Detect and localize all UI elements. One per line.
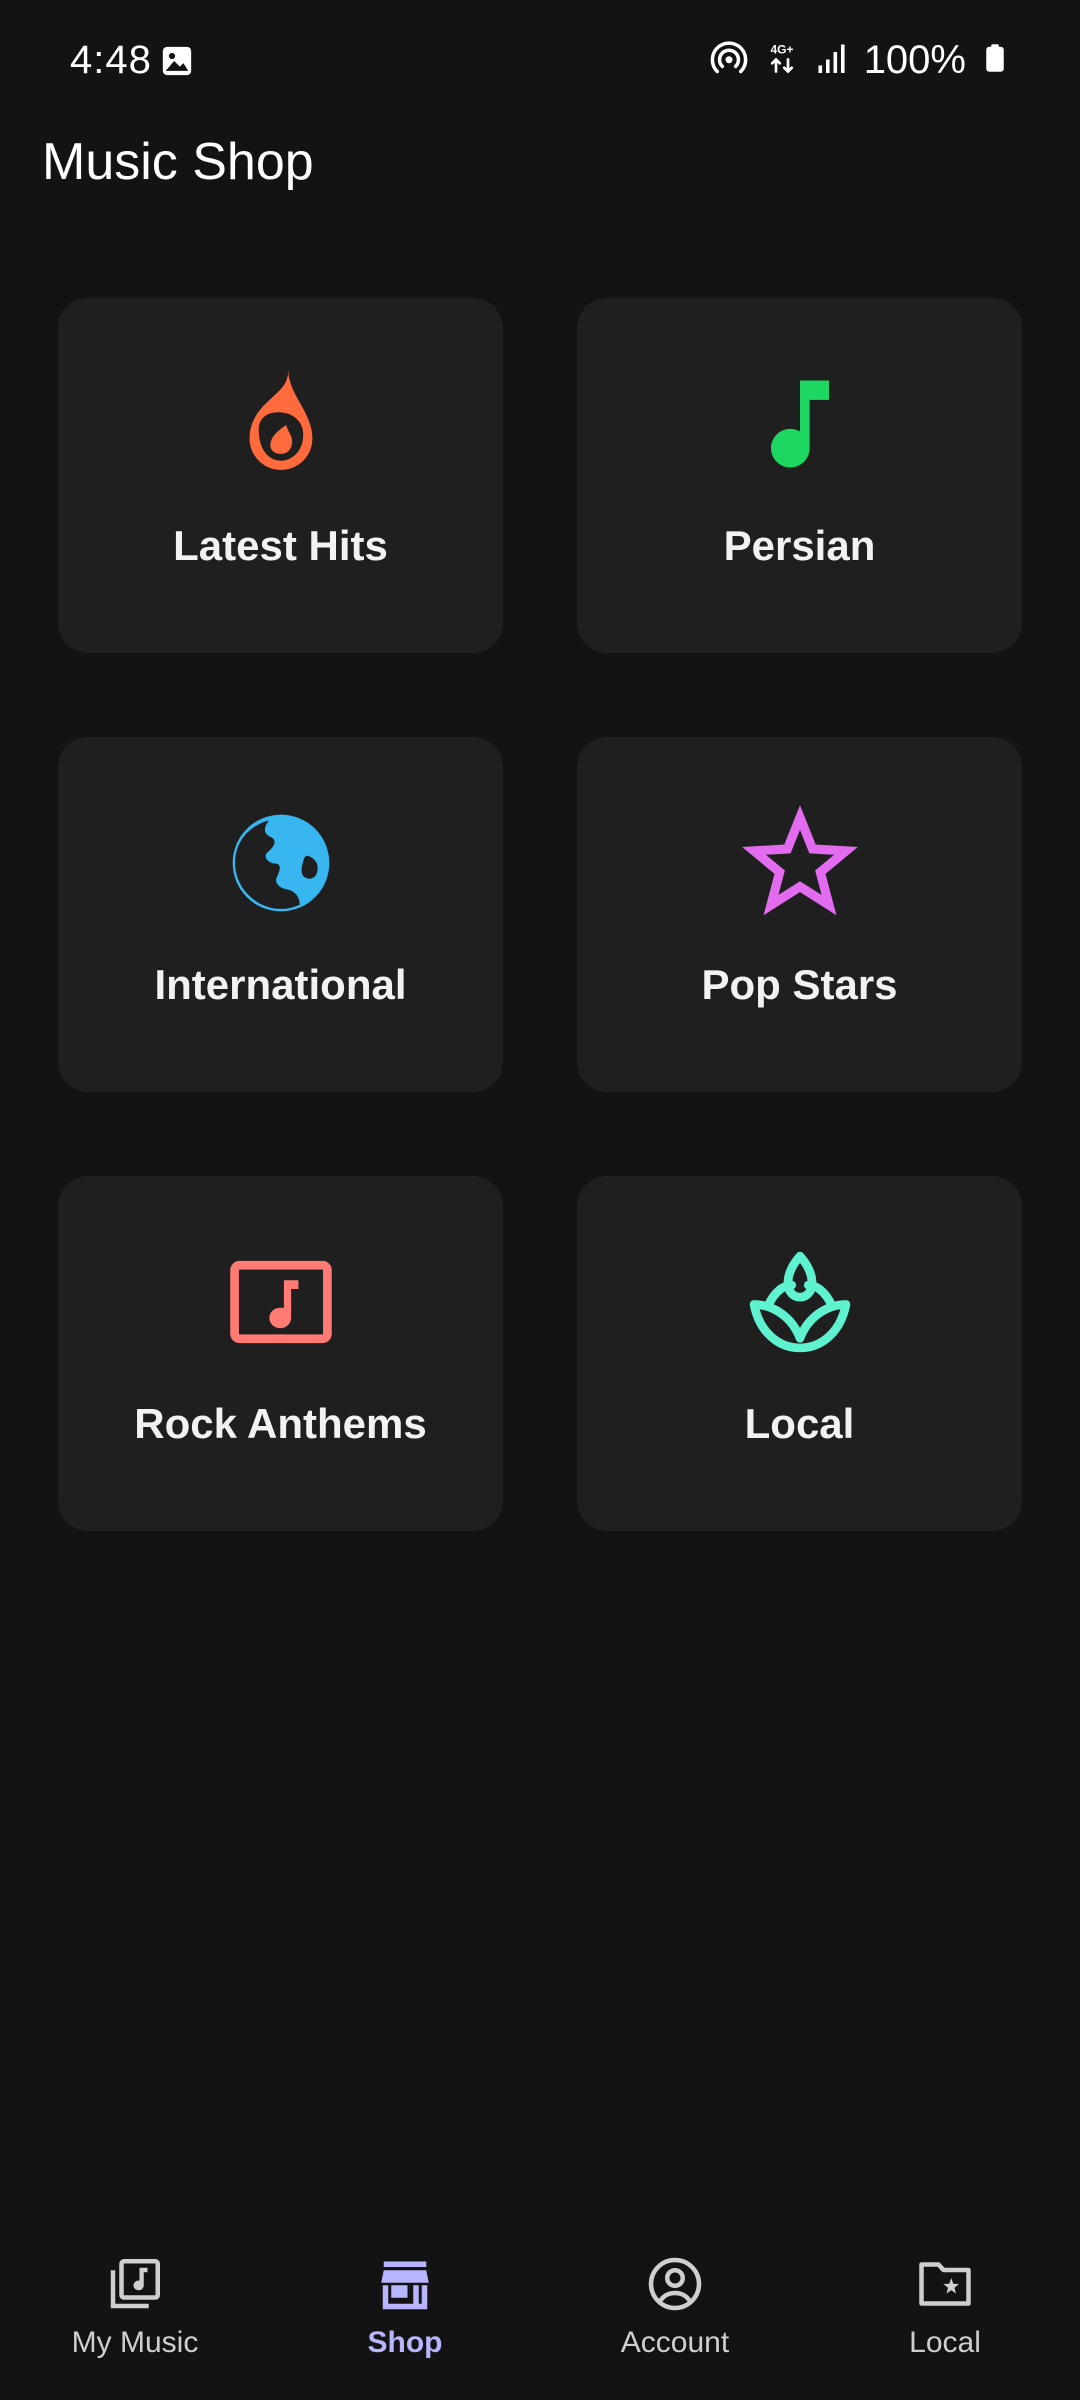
nav-item-my-music[interactable]: My Music [0,2230,270,2400]
page-title: Music Shop [42,133,314,191]
battery-percentage: 100% [863,38,966,82]
category-label: International [154,961,407,1008]
category-card-persian[interactable]: Persian [577,298,1022,653]
mobile-data-icon: 4G+ [764,40,800,81]
category-card-latest-hits[interactable]: Latest Hits [58,298,503,653]
hotspot-icon [708,37,750,84]
account-circle-icon [645,2254,705,2314]
category-label: Pop Stars [701,961,898,1008]
folder-star-icon [915,2254,975,2314]
category-card-international[interactable]: International [58,737,503,1092]
category-card-local[interactable]: Local [577,1176,1022,1531]
status-bar: 4:48 4G+ 100% [0,0,1080,120]
nav-label: Shop [367,2326,443,2359]
music-note-icon [742,366,858,482]
gallery-icon [160,44,194,78]
nav-label: My Music [71,2326,199,2359]
category-label: Persian [723,522,876,569]
flame-icon [223,366,339,482]
globe-icon [223,805,339,921]
nav-item-shop[interactable]: Shop [270,2230,540,2400]
status-time: 4:48 [70,38,152,82]
category-card-pop-stars[interactable]: Pop Stars [577,737,1022,1092]
network-type-label: 4G+ [770,42,793,56]
nav-item-local[interactable]: Local [810,2230,1080,2400]
store-icon [375,2254,435,2314]
category-grid: Latest Hits Persian International Pop St… [58,298,1022,1531]
status-indicators: 4G+ 100% [708,36,1010,84]
music-video-icon [223,1244,339,1360]
category-label: Latest Hits [173,522,388,569]
battery-icon [980,39,1010,82]
bottom-navigation: My Music Shop Account Local [0,2230,1080,2400]
nav-label: Account [620,2326,730,2359]
star-icon [741,805,858,921]
library-music-icon [105,2254,165,2314]
nav-item-account[interactable]: Account [540,2230,810,2400]
category-card-rock-anthems[interactable]: Rock Anthems [58,1176,503,1531]
category-label: Rock Anthems [134,1400,427,1447]
spa-icon [742,1244,858,1360]
signal-icon [814,40,850,81]
nav-label: Local [909,2326,981,2359]
category-label: Local [744,1400,855,1447]
